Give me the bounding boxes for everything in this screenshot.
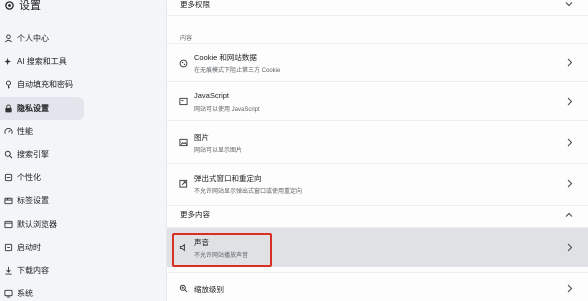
javascript-row[interactable]: JavaScript 网站可以使用 JavaScript (167, 81, 588, 119)
sidebar-item-ai-tools[interactable]: AI 搜索和工具 (0, 50, 166, 73)
sidebar-item-privacy[interactable]: 隐私设置 (0, 96, 84, 120)
divider (167, 15, 588, 16)
chevron-right-icon (566, 179, 573, 188)
sidebar-item-label: AI 搜索和工具 (17, 57, 67, 67)
power-icon (4, 243, 13, 252)
zoom-row[interactable]: 缩放级别 (167, 272, 588, 301)
chevron-right-icon (566, 243, 573, 252)
image-icon (179, 138, 188, 147)
more-permissions-header[interactable]: 更多权限 (167, 0, 588, 11)
gear-icon (4, 0, 15, 11)
key-icon (4, 80, 13, 90)
more-content-label: 更多内容 (180, 210, 210, 219)
sidebar-item-label: 自动填充和密码 (17, 80, 73, 90)
app-title-text: 设置 (19, 0, 41, 12)
sound-muted-icon (179, 243, 188, 252)
more-permissions-label: 更多权限 (180, 0, 210, 9)
cookie-icon (179, 59, 188, 68)
search-icon (4, 150, 13, 159)
browser-icon (4, 220, 13, 229)
sidebar-item-system[interactable]: 系统 (0, 282, 166, 301)
sidebar-nav: 个人中心 AI 搜索和工具 自动填充和密码 隐私设置 性能 搜索引擎 个性化 标… (0, 27, 166, 301)
sidebar-item-label: 默认浏览器 (17, 219, 57, 229)
images-row[interactable]: 图片 网站可以显示图片 (167, 120, 588, 162)
sidebar-item-label: 启动时 (17, 242, 41, 252)
sidebar-item-label: 个性化 (17, 173, 41, 183)
sidebar-item-autofill[interactable]: 自动填充和密码 (0, 73, 166, 96)
sidebar-item-performance[interactable]: 性能 (0, 120, 166, 143)
system-icon (4, 289, 13, 298)
popup-icon (179, 179, 188, 188)
sidebar-item-default-browser[interactable]: 默认浏览器 (0, 213, 166, 236)
sidebar-item-tabs[interactable]: 标签设置 (0, 189, 166, 212)
sidebar-item-personalize[interactable]: 个性化 (0, 166, 166, 189)
row-title: 声音 (194, 238, 209, 247)
row-subtitle: 不允许网站播放声音 (194, 253, 249, 259)
code-icon (179, 97, 188, 106)
chevron-right-icon (566, 138, 573, 147)
row-title: 缩放级别 (194, 285, 224, 294)
sidebar-item-label: 搜索引擎 (17, 150, 49, 160)
sound-row[interactable]: 声音 不允许网站播放声音 (167, 227, 588, 267)
sidebar-item-label: 下载内容 (17, 265, 49, 275)
cookie-row[interactable]: Cookie 和网站数据 在无痕模式下阻止第三方 Cookie (167, 43, 588, 79)
row-subtitle: 不允许网站显示弹出式窗口或使用重定向 (194, 189, 303, 195)
chevron-up-icon (565, 211, 573, 219)
sidebar-item-label: 性能 (17, 126, 33, 136)
row-subtitle: 网站可以使用 JavaScript (194, 107, 260, 113)
more-content-header[interactable]: 更多内容 (167, 205, 588, 223)
person-icon (4, 34, 13, 43)
row-title: Cookie 和网站数据 (194, 53, 257, 62)
sidebar-item-label: 个人中心 (17, 34, 49, 44)
main-content: 更多权限 内容 Cookie 和网站数据 在无痕模式下阻止第三方 Cookie … (166, 0, 588, 301)
chevron-right-icon (566, 284, 573, 293)
chevron-right-icon (566, 58, 573, 67)
sidebar-item-label: 标签设置 (17, 196, 49, 206)
row-subtitle: 在无痕模式下阻止第三方 Cookie (194, 68, 281, 74)
tabs-icon (4, 196, 13, 205)
lock-icon (4, 104, 13, 113)
zoom-icon (179, 284, 188, 293)
sidebar-item-startup[interactable]: 启动时 (0, 236, 166, 259)
chevron-down-icon (565, 0, 573, 8)
row-title: 弹出式窗口和重定向 (194, 174, 262, 183)
popups-row[interactable]: 弹出式窗口和重定向 不允许网站显示弹出式窗口或使用重定向 (167, 163, 588, 203)
row-title: JavaScript (194, 91, 230, 100)
row-subtitle: 网站可以显示图片 (194, 148, 243, 154)
content-section-label: 内容 (180, 36, 193, 42)
sidebar: 设置 个人中心 AI 搜索和工具 自动填充和密码 隐私设置 性能 搜索引擎 个性… (0, 0, 166, 301)
sidebar-item-search-engine[interactable]: 搜索引擎 (0, 143, 166, 166)
sidebar-item-profile[interactable]: 个人中心 (0, 27, 166, 50)
sidebar-item-downloads[interactable]: 下载内容 (0, 259, 166, 282)
palette-icon (4, 173, 13, 182)
ai-sparkle-icon (4, 57, 13, 66)
chevron-right-icon (566, 97, 573, 106)
settings-panel: 更多权限 内容 Cookie 和网站数据 在无痕模式下阻止第三方 Cookie … (166, 0, 588, 301)
download-icon (4, 266, 13, 275)
sidebar-item-label: 隐私设置 (17, 103, 49, 113)
app-title: 设置 (4, 0, 41, 14)
gauge-icon (4, 127, 13, 136)
sidebar-item-label: 系统 (17, 289, 33, 299)
row-title: 图片 (194, 133, 209, 142)
